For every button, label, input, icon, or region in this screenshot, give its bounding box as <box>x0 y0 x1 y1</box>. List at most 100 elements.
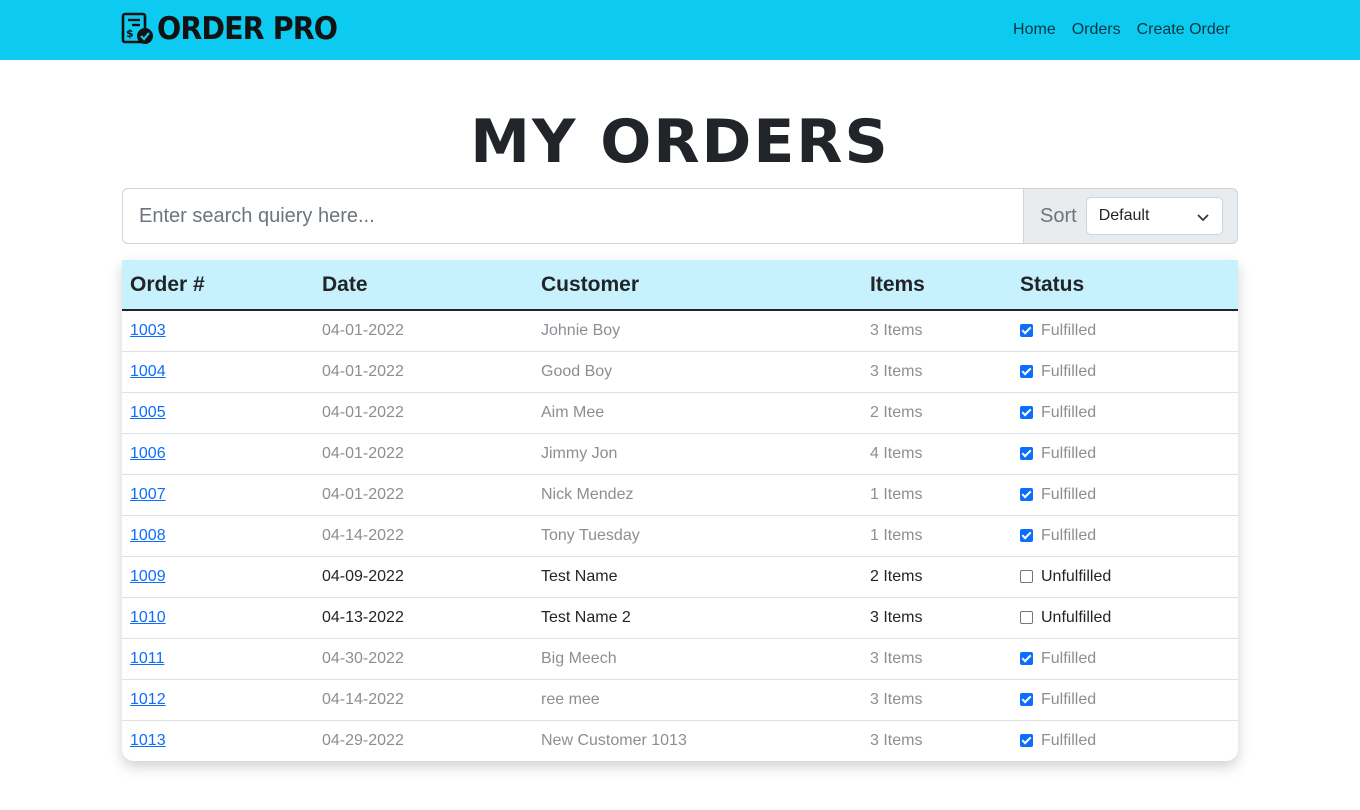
status-checkbox[interactable] <box>1020 488 1033 501</box>
chevron-down-icon <box>1197 214 1209 222</box>
brand-logo[interactable]: $ ORDER PRO <box>121 12 353 46</box>
order-items: 3 Items <box>862 638 1012 680</box>
order-link[interactable]: 1011 <box>130 650 164 667</box>
table-row[interactable]: 1004 04-01-2022 Good Boy 3 Items Fulfilled <box>122 351 1238 393</box>
order-number-cell: 1008 <box>122 515 314 557</box>
order-status: Unfulfilled <box>1041 608 1112 626</box>
column-header-status[interactable]: Status <box>1012 260 1238 311</box>
status-checkbox[interactable] <box>1020 406 1033 419</box>
sort-group: Sort Default <box>1023 188 1238 244</box>
order-status-cell: Fulfilled <box>1012 474 1238 516</box>
search-sort-group: Sort Default <box>122 188 1238 244</box>
table-row[interactable]: 1012 04-14-2022 ree mee 3 Items Fulfilled <box>122 679 1238 721</box>
order-date: 04-01-2022 <box>314 310 533 352</box>
order-link[interactable]: 1012 <box>130 691 166 708</box>
status-checkbox[interactable] <box>1020 570 1033 583</box>
search-input[interactable] <box>122 188 1023 244</box>
order-customer: Jimmy Jon <box>533 433 862 475</box>
order-status-cell: Fulfilled <box>1012 638 1238 680</box>
sort-select[interactable]: Default <box>1085 197 1223 235</box>
order-date: 04-30-2022 <box>314 638 533 680</box>
column-header-customer[interactable]: Customer <box>533 260 862 311</box>
status-checkbox[interactable] <box>1020 652 1033 665</box>
order-status: Fulfilled <box>1041 321 1097 339</box>
order-status: Fulfilled <box>1041 526 1097 544</box>
order-date: 04-01-2022 <box>314 474 533 516</box>
status-checkbox[interactable] <box>1020 324 1033 338</box>
column-header-items[interactable]: Items <box>862 260 1012 311</box>
order-link[interactable]: 1009 <box>130 568 166 585</box>
order-date: 04-01-2022 <box>314 433 533 475</box>
order-number-cell: 1005 <box>122 392 314 434</box>
order-customer: Test Name <box>533 556 862 598</box>
table-row[interactable]: 1009 04-09-2022 Test Name 2 Items Unfulfille… <box>122 556 1238 598</box>
status-checkbox[interactable] <box>1020 693 1033 706</box>
nav-orders[interactable]: Orders <box>1072 21 1121 39</box>
order-number-cell: 1004 <box>122 351 314 393</box>
order-number-cell: 1011 <box>122 638 314 680</box>
order-link[interactable]: 1007 <box>130 486 166 503</box>
order-date: 04-14-2022 <box>314 679 533 721</box>
orders-table-card: Order # Date Customer Items Status 1003 0… <box>122 260 1238 761</box>
sort-label: Sort <box>1040 204 1077 227</box>
table-row[interactable]: 1011 04-30-2022 Big Meech 3 Items Fulfilled <box>122 638 1238 680</box>
order-items: 2 Items <box>862 392 1012 434</box>
order-status-cell: Fulfilled <box>1012 433 1238 475</box>
table-row[interactable]: 1003 04-01-2022 Johnie Boy 3 Items Fulfilled <box>122 310 1238 352</box>
table-row[interactable]: 1005 04-01-2022 Aim Mee 2 Items Fulfilled <box>122 392 1238 434</box>
table-row[interactable]: 1013 04-29-2022 New Customer 1013 3 Items Fu… <box>122 720 1238 761</box>
status-checkbox[interactable] <box>1020 529 1033 542</box>
table-row[interactable]: 1010 04-13-2022 Test Name 23 Items Unfulfil… <box>122 597 1238 639</box>
order-date: 04-13-2022 <box>314 597 533 639</box>
order-link[interactable]: 1005 <box>130 404 166 421</box>
order-status: Fulfilled <box>1041 403 1097 421</box>
order-customer: Tony Tuesday <box>533 515 862 557</box>
order-customer: Big Meech <box>533 638 862 680</box>
order-number-cell: 1007 <box>122 474 314 516</box>
nav-home[interactable]: Home <box>1013 21 1056 39</box>
navbar: $ ORDER PRO Home Orders Create Order <box>0 0 1360 60</box>
table-row[interactable]: 1006 04-01-2022 Jimmy Jon 4 Items Fulfilled <box>122 433 1238 475</box>
status-checkbox[interactable] <box>1020 365 1033 378</box>
order-status: Fulfilled <box>1041 485 1097 503</box>
status-checkbox[interactable] <box>1020 611 1033 624</box>
status-checkbox[interactable] <box>1020 447 1033 460</box>
nav-create-order[interactable]: Create Order <box>1137 21 1230 39</box>
order-items: 3 Items <box>862 310 1012 352</box>
order-items: 3 Items <box>870 731 923 749</box>
order-number-cell: 1010 <box>122 597 314 639</box>
status-checkbox[interactable] <box>1020 734 1033 748</box>
order-link[interactable]: 1010 <box>130 609 166 626</box>
table-header-row: Order # Date Customer Items Status <box>122 260 1238 311</box>
order-customer: ree mee <box>533 679 862 721</box>
order-date: 04-01-2022 <box>314 392 533 434</box>
order-items: 1 Items <box>862 474 1012 516</box>
order-status: Unfulfilled <box>1041 567 1112 585</box>
order-status: Fulfilled <box>1041 690 1097 708</box>
table-row[interactable]: 1008 04-14-2022 Tony Tuesday 1 Items Fulfill… <box>122 515 1238 557</box>
invoice-check-icon: $ <box>121 12 153 44</box>
order-status: Fulfilled <box>1041 731 1097 749</box>
order-number-cell: 1006 <box>122 433 314 475</box>
order-number-cell: 1012 <box>122 679 314 721</box>
table-row[interactable]: 1007 04-01-2022 Nick Mendez 1 Items Fulfille… <box>122 474 1238 516</box>
order-status-cell: Fulfilled <box>1012 515 1238 557</box>
order-link[interactable]: 1004 <box>130 363 166 380</box>
order-customer: Test Name 2 <box>533 597 862 639</box>
column-header-date[interactable]: Date <box>314 260 533 311</box>
order-status-cell: Fulfilled <box>1012 351 1238 393</box>
order-status-cell: Fulfilled <box>1012 720 1238 761</box>
column-header-order[interactable]: Order # <box>122 260 314 311</box>
order-link[interactable]: 1008 <box>130 527 166 544</box>
table-body: 1003 04-01-2022 Johnie Boy 3 Items Fulfilled… <box>122 310 1238 761</box>
nav-links: Home Orders Create Order <box>997 0 1230 60</box>
order-status: Fulfilled <box>1041 362 1097 380</box>
order-link[interactable]: 1006 <box>130 445 166 462</box>
order-items: 2 Items <box>862 556 1012 598</box>
order-items: 3 Items <box>862 679 1012 721</box>
order-link[interactable]: 1013 <box>130 732 166 749</box>
order-link[interactable]: 1003 <box>130 322 166 339</box>
order-items: 1 Items <box>862 515 1012 557</box>
order-date: 04-09-2022 <box>314 556 533 598</box>
order-status-cell: Fulfilled <box>1012 392 1238 434</box>
